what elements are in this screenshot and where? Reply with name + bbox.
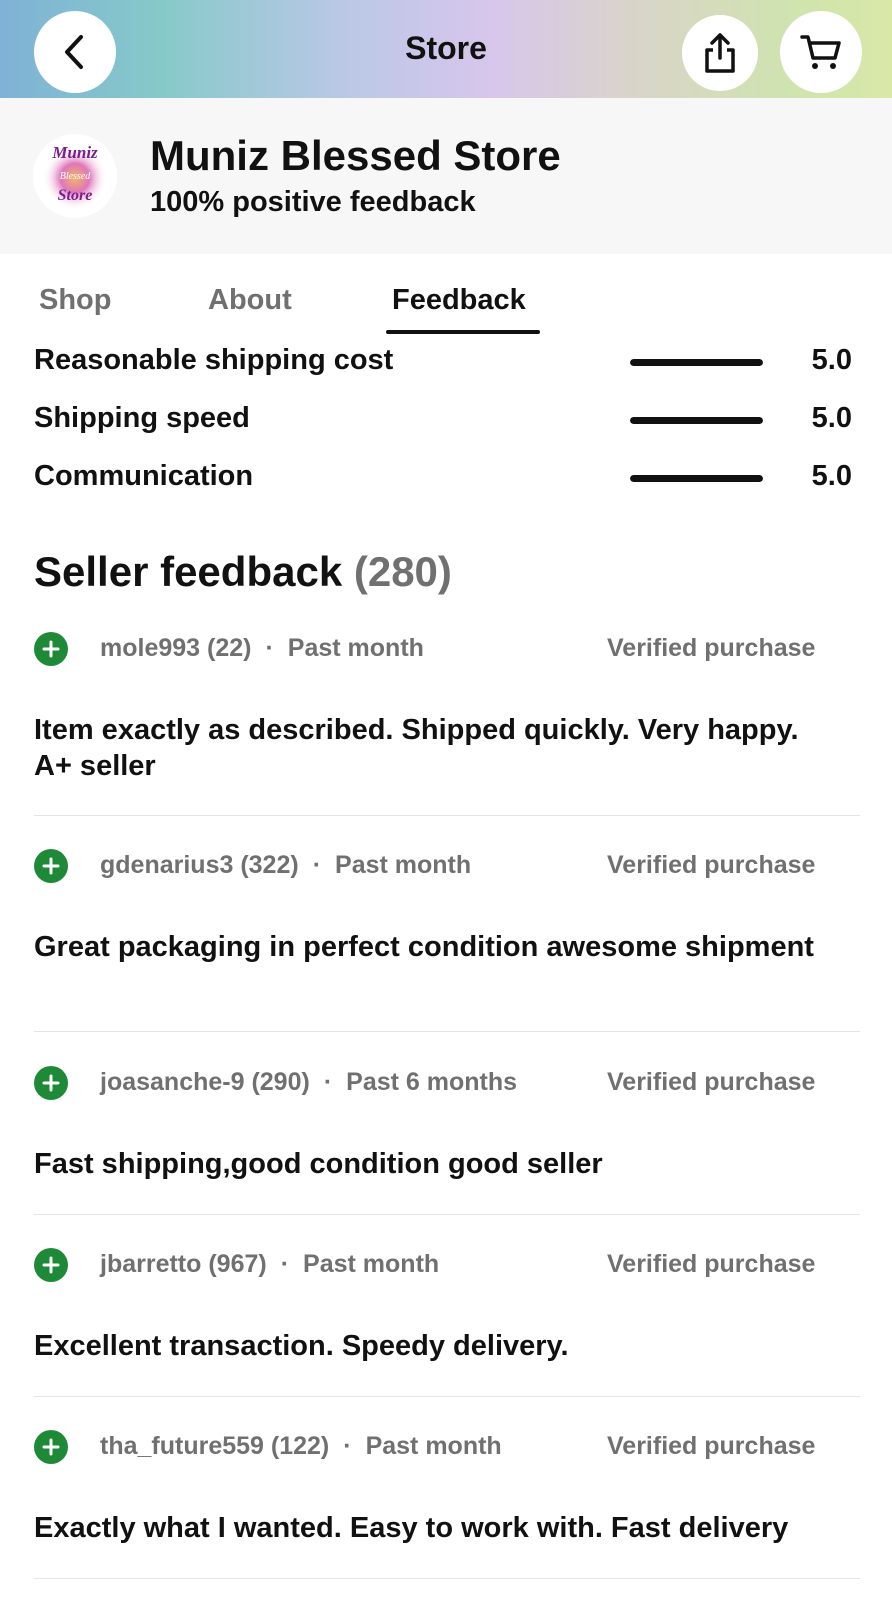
feedback-user[interactable]: joasanche-9 (290)	[100, 1068, 310, 1096]
cart-button[interactable]	[780, 11, 862, 93]
cart-icon	[800, 35, 841, 69]
feedback-user[interactable]: tha_future559 (122)	[100, 1432, 329, 1460]
rating-bar	[630, 417, 763, 424]
rating-row: Communication 5.0	[0, 460, 892, 500]
seller-feedback-count: (280)	[353, 548, 452, 595]
feedback-time: Past month	[287, 634, 424, 662]
rating-bar	[630, 359, 763, 366]
rating-value: 5.0	[811, 460, 852, 492]
divider	[34, 1578, 860, 1579]
divider	[34, 1396, 860, 1397]
page-title: Store	[405, 30, 487, 66]
feedback-time: Past month	[365, 1432, 502, 1460]
feedback-meta: mole993 (22) · Past month	[100, 634, 424, 663]
rating-row: Reasonable shipping cost 5.0	[0, 344, 892, 384]
logo-text-middle: Blessed	[60, 171, 92, 182]
store-header: Muniz Blessed Store Muniz Blessed Store …	[0, 98, 892, 254]
rating-row: Shipping speed 5.0	[0, 402, 892, 442]
meta-separator: ·	[323, 1068, 333, 1096]
meta-separator: ·	[343, 1432, 352, 1460]
seller-feedback-title: Seller feedback (280)	[34, 548, 452, 596]
feedback-text: Fast shipping,good condition good seller	[34, 1148, 603, 1180]
divider	[34, 1214, 860, 1215]
rating-bar-fill	[630, 359, 763, 366]
feedback-user[interactable]: jbarretto (967)	[100, 1250, 267, 1278]
rating-bar	[630, 475, 763, 482]
feedback-user[interactable]: mole993 (22)	[100, 634, 251, 662]
feedback-user[interactable]: gdenarius3 (322)	[100, 851, 299, 879]
logo-text-top: Muniz	[51, 143, 98, 162]
plus-circle-icon	[34, 849, 68, 883]
rating-value: 5.0	[811, 402, 852, 434]
tab-about[interactable]: About	[208, 284, 292, 317]
verified-purchase-badge: Verified purchase	[607, 634, 816, 662]
verified-purchase-badge: Verified purchase	[607, 1432, 816, 1460]
logo-text-bottom: Store	[58, 187, 93, 204]
feedback-text: Great packaging in perfect condition awe…	[34, 931, 814, 963]
rating-label: Reasonable shipping cost	[34, 344, 394, 376]
meta-separator: ·	[265, 634, 274, 662]
seller-feedback-heading: Seller feedback	[34, 548, 343, 595]
plus-circle-icon	[34, 632, 68, 666]
rating-label: Shipping speed	[34, 402, 250, 434]
feedback-meta: jbarretto (967) · Past month	[100, 1250, 439, 1279]
store-name[interactable]: Muniz Blessed Store	[150, 132, 561, 180]
tab-feedback[interactable]: Feedback	[392, 284, 526, 317]
divider	[34, 1031, 860, 1032]
share-button[interactable]	[682, 15, 758, 91]
feedback-text: Item exactly as described. Shipped quick…	[34, 714, 799, 782]
feedback-text: Exactly what I wanted. Easy to work with…	[34, 1512, 789, 1544]
plus-circle-icon	[34, 1066, 68, 1100]
rating-bar-fill	[630, 475, 763, 482]
feedback-time: Past 6 months	[346, 1068, 518, 1096]
share-icon	[705, 33, 735, 73]
feedback-text: Excellent transaction. Speedy delivery.	[34, 1330, 569, 1362]
verified-purchase-badge: Verified purchase	[607, 1250, 816, 1278]
divider	[34, 815, 860, 816]
meta-separator: ·	[280, 1250, 290, 1278]
feedback-meta: joasanche-9 (290) · Past 6 months	[100, 1068, 517, 1097]
feedback-meta: tha_future559 (122) · Past month	[100, 1432, 502, 1461]
meta-separator: ·	[312, 851, 322, 879]
feedback-time: Past month	[303, 1250, 440, 1278]
tab-shop[interactable]: Shop	[39, 284, 112, 317]
rating-label: Communication	[34, 460, 254, 492]
plus-circle-icon	[34, 1248, 68, 1282]
feedback-meta: gdenarius3 (322) · Past month	[100, 851, 471, 880]
rating-bar-fill	[630, 417, 763, 424]
feedback-time: Past month	[335, 851, 472, 879]
top-bar: Store	[0, 0, 892, 98]
verified-purchase-badge: Verified purchase	[607, 1068, 816, 1096]
verified-purchase-badge: Verified purchase	[607, 851, 816, 879]
rating-value: 5.0	[811, 344, 852, 376]
plus-circle-icon	[34, 1430, 68, 1464]
store-logo[interactable]: Muniz Blessed Store	[33, 134, 117, 218]
tab-active-indicator	[386, 330, 540, 334]
store-feedback-summary: 100% positive feedback	[150, 186, 476, 218]
